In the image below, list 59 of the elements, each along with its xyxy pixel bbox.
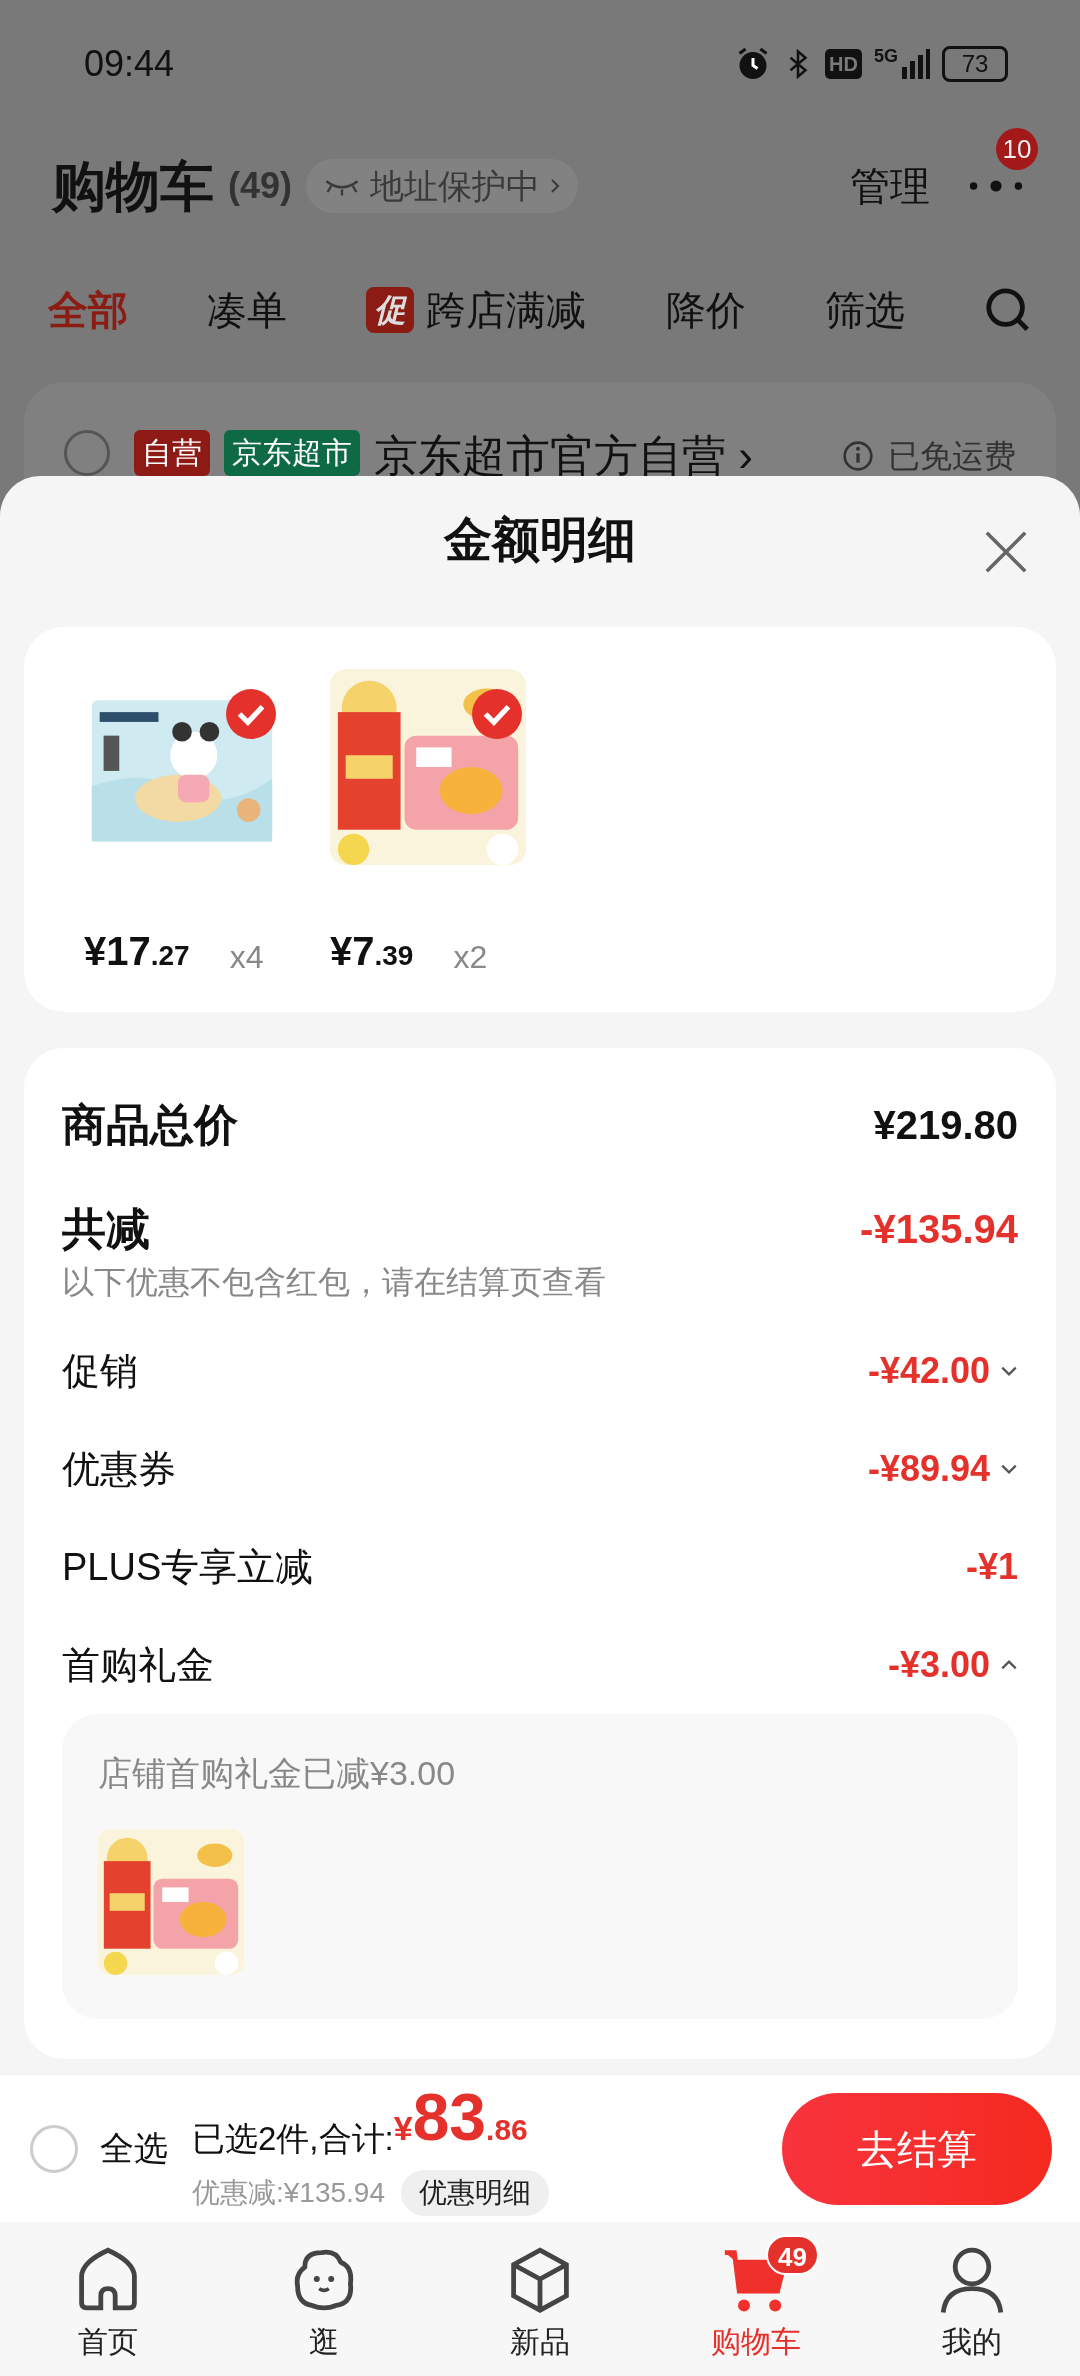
discount-item-label: 促销 [62,1348,138,1394]
more-icon[interactable] [968,180,1024,192]
cart-badge: 49 [766,2234,819,2275]
product-quantity: x4 [229,938,264,977]
battery-level: 73 [942,46,1008,82]
search-icon[interactable] [983,286,1032,334]
grand-total: ¥83.86 [393,2081,528,2156]
filter-tab[interactable]: 降价 [665,280,746,340]
discount-label: 共减 [62,1203,150,1255]
discount-item-value: -¥89.94 [867,1447,990,1491]
info-icon [842,440,874,472]
nav-item[interactable]: 购物车 49 [666,2234,846,2364]
chevron-up-icon[interactable] [1000,1659,1018,1671]
hd-badge: HD [825,49,862,79]
chevron-down-icon[interactable] [1000,1365,1018,1377]
nav-item[interactable]: 首页 [18,2234,198,2364]
discount-item-label: PLUS专享立减 [62,1544,314,1590]
product-quantity: x2 [453,938,488,977]
discount-item-value: -¥42.00 [867,1349,990,1393]
discount-item-value: -¥3.00 [887,1643,990,1687]
page-title: 购物车 [52,154,214,218]
signal-icon [902,47,930,81]
product-price: ¥17.27 [84,928,190,975]
total-value: ¥219.80 [873,1102,1018,1149]
notification-badge: 10 [996,128,1038,170]
address-chip[interactable]: 地址保护中 [306,159,579,213]
promo-tag: 促 [366,287,415,333]
shipping-note: 已免运费 [888,437,1016,476]
check-icon[interactable] [226,689,276,739]
sheet-title: 金额明细 [444,511,636,568]
status-time: 09:44 [84,42,175,86]
store-tag: 自营 [134,430,210,476]
select-all-checkbox[interactable] [30,2124,78,2173]
manage-link[interactable]: 管理 [850,156,930,216]
discount-value: -¥135.94 [860,1206,1018,1253]
discount-item-label: 优惠券 [62,1446,176,1492]
detail-text: 店铺首购礼金已减¥3.00 [98,1753,457,1794]
total-label: 商品总价 [62,1099,238,1151]
nav-item[interactable]: 新品 [450,2234,630,2364]
discount-item-label: 首购礼金 [62,1642,214,1688]
chevron-down-icon[interactable] [1000,1463,1018,1475]
chevron-right-icon [550,177,561,195]
checkout-button[interactable]: 去结算 [782,2092,1052,2205]
nav-item[interactable]: 逛 [234,2234,414,2364]
product-price: ¥7.39 [330,928,414,975]
discount-details-button[interactable]: 优惠明细 [401,2169,549,2216]
select-all-label: 全选 [100,2128,168,2169]
nav-item[interactable]: 我的 [882,2234,1062,2364]
filter-tab[interactable]: 筛选 [824,280,905,340]
discount-note: 以下优惠不包含红包，请在结算页查看 [62,1263,607,1302]
item-count: (49) [228,164,293,208]
network-type: 5G [874,47,898,65]
filter-tab[interactable]: 凑单 [207,280,288,340]
store-tag: 京东超市 [224,430,360,476]
saving-text: 优惠减:¥135.94 [192,2175,385,2210]
filter-tab[interactable]: 促 跨店满减 [366,280,587,340]
check-icon[interactable] [472,689,522,739]
discount-item-value: -¥1 [965,1545,1018,1589]
selected-summary: 已选2件,合计: [192,2119,394,2159]
